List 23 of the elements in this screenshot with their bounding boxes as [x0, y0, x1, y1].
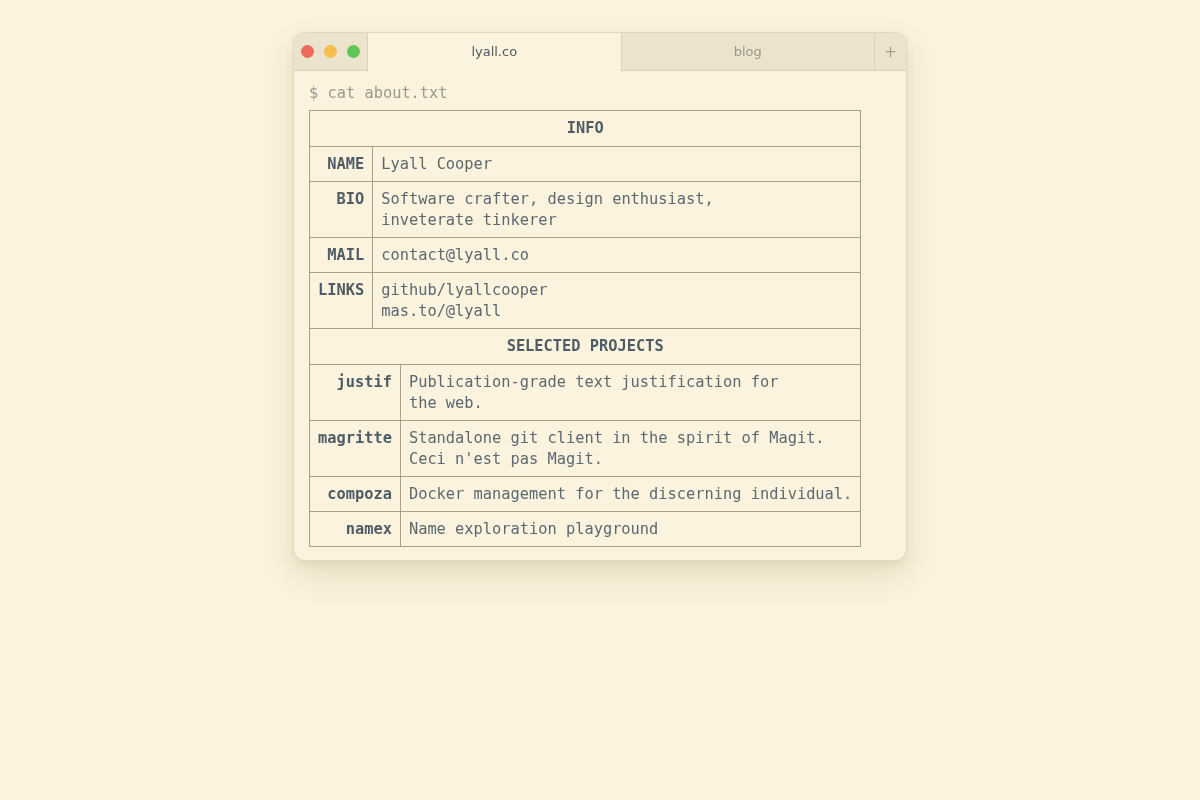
row-label: LINKS [309, 272, 373, 329]
table-cell: Standalone git client in the spirit of Magit. Ceci n'est pas Magit. [400, 420, 861, 477]
zoom-button[interactable] [347, 45, 360, 58]
row-label: namex [309, 511, 401, 547]
table-cell: contact@lyall.co [372, 237, 861, 273]
table-cell: Docker management for the discerning individual. [400, 476, 861, 512]
link[interactable]: github/lyallcooper [381, 280, 548, 301]
table-header: SELECTED PROJECTS [309, 328, 861, 365]
row-label: compoza [309, 476, 401, 512]
table-cell: Name exploration playground [400, 511, 861, 547]
table-cell: Lyall Cooper [372, 146, 861, 182]
row-label: BIO [309, 181, 373, 238]
command-line: $ cat about.txt [309, 83, 448, 104]
row-label: MAIL [309, 237, 373, 273]
table-cell: Software crafter, design enthusiast, inveterate tinkerer [372, 181, 861, 238]
close-button[interactable] [301, 45, 314, 58]
link[interactable]: mas.to/@lyall [381, 301, 502, 322]
minimize-button[interactable] [324, 45, 337, 58]
row-label: magritte [309, 420, 401, 477]
row-label: justif [309, 364, 401, 421]
row-label: NAME [309, 146, 373, 182]
table-cell: Publication-grade text justification for the web. [400, 364, 861, 421]
table-header: INFO [309, 110, 861, 147]
